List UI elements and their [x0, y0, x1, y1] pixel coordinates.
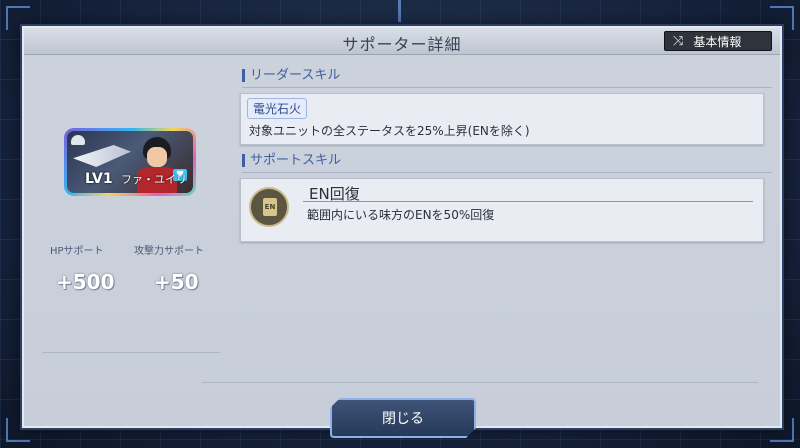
supporter-summary: ♥ LV1 ファ・ユイリ HPサポート 攻撃力サポート +500 +50 — [24, 54, 224, 426]
en-battery-icon: EN — [249, 187, 289, 227]
shuffle-icon: ⤨ — [673, 33, 684, 49]
mobile-suit-image — [73, 145, 131, 167]
leader-skill-description: 対象ユニットの全ステータスを25%上昇(ENを除く) — [249, 124, 530, 138]
leader-skill-box: 電光石火 対象ユニットの全ステータスを25%上昇(ENを除く) — [240, 93, 764, 145]
rarity-badge-icon — [71, 135, 85, 145]
support-skill-description: 範囲内にいる味方のENを50%回復 — [307, 208, 495, 222]
card-level: LV1 — [85, 171, 113, 187]
close-button[interactable]: 閉じる — [330, 398, 476, 438]
close-label: 閉じる — [382, 411, 424, 427]
edge-tick — [398, 0, 401, 22]
support-skill-heading: サポートスキル — [242, 154, 341, 167]
card-character-name: ファ・ユイリ — [121, 173, 187, 186]
bottom-divider — [202, 382, 758, 383]
leader-skill-heading: リーダースキル — [242, 69, 340, 82]
attack-support-value: +50 — [154, 270, 199, 294]
supporter-detail-dialog: サポーター詳細 ⤨ 基本情報 ♥ LV1 ファ・ユイリ HPサポート 攻撃力サポ… — [22, 26, 782, 428]
support-skill-box: EN EN回復 範囲内にいる味方のENを50%回復 — [240, 178, 764, 242]
hp-support-value: +500 — [56, 270, 115, 294]
supporter-card: ♥ LV1 ファ・ユイリ — [64, 128, 196, 196]
hp-support-label: HPサポート — [50, 246, 104, 257]
title-bar: サポーター詳細 ⤨ 基本情報 — [24, 28, 780, 55]
basic-info-label: 基本情報 — [693, 34, 742, 49]
section-divider — [242, 87, 772, 88]
basic-info-button[interactable]: ⤨ 基本情報 — [664, 31, 772, 51]
card-art: ♥ LV1 ファ・ユイリ — [67, 131, 193, 193]
leader-skill-name: 電光石火 — [247, 98, 308, 119]
section-divider — [242, 172, 772, 173]
attack-support-label: 攻撃力サポート — [134, 246, 204, 257]
support-skill-divider — [303, 201, 753, 202]
left-divider — [42, 352, 220, 353]
